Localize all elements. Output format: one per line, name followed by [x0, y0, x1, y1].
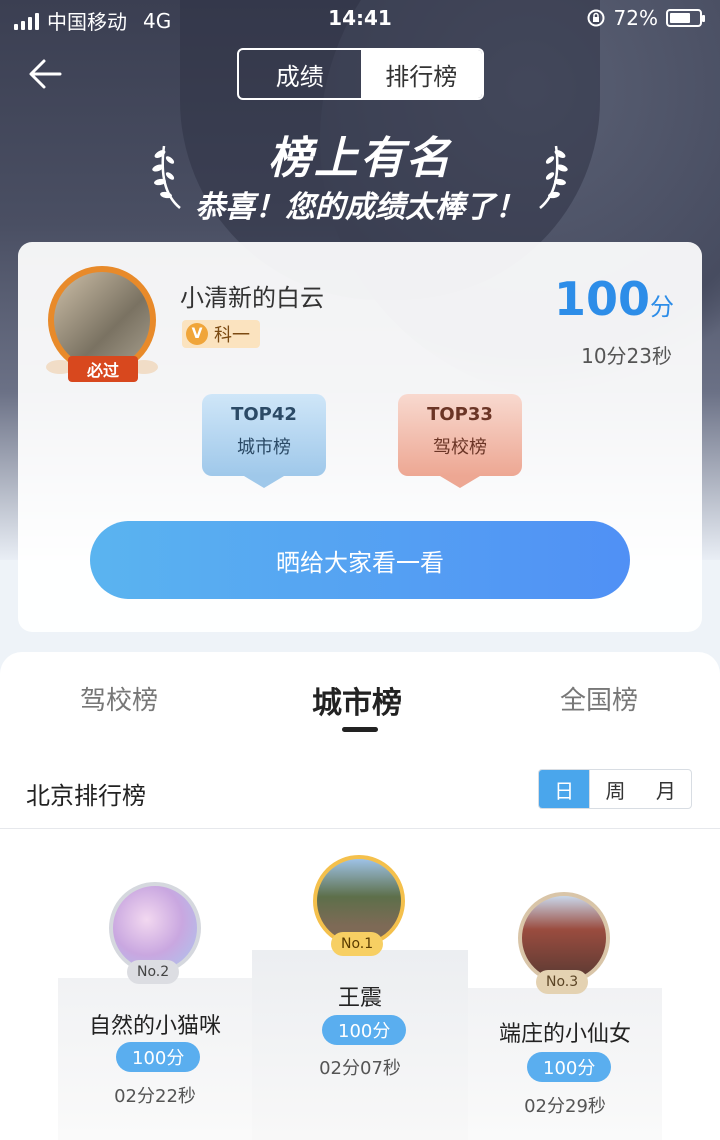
back-button[interactable]: [26, 54, 66, 94]
back-arrow-icon: [29, 59, 62, 89]
result-card: 必过 小清新的白云 V 科一 100分 10分23秒 TOP42 城市榜 TOP…: [18, 242, 702, 632]
time-third: 02分29秒: [524, 1096, 606, 1117]
period-day[interactable]: 日: [539, 770, 590, 808]
tab-national-board[interactable]: 全国榜: [560, 680, 638, 717]
leaderboard-tabs: 驾校榜 城市榜 全国榜: [0, 652, 720, 744]
status-bar: 中国移动 4G 14:41 72%: [0, 0, 720, 36]
rotation-lock-icon: [587, 9, 605, 27]
rank-tag-first: No.1: [331, 932, 384, 956]
username: 小清新的白云: [180, 284, 324, 312]
header-tab-switch: 成绩 排行榜: [237, 48, 484, 100]
school-rank-value: TOP33: [427, 404, 493, 425]
name-second: 自然的小猫咪: [88, 1014, 221, 1039]
subject-label: 科一: [214, 325, 250, 346]
period-month[interactable]: 月: [641, 770, 691, 808]
score-pill-second: 100分: [116, 1042, 201, 1072]
city-rank-value: TOP42: [231, 404, 297, 425]
city-rank-badge[interactable]: TOP42 城市榜: [202, 394, 326, 488]
hero-headline: 榜上有名: [268, 133, 452, 184]
name-first: 王震: [337, 986, 382, 1011]
tab-indicator: [342, 727, 378, 732]
tab-city-board[interactable]: 城市榜: [312, 678, 402, 722]
subject-tag: V 科一: [182, 320, 260, 348]
school-rank-label: 驾校榜: [433, 437, 487, 458]
verified-icon: V: [186, 323, 208, 345]
score-pill-third: 100分: [527, 1052, 612, 1082]
podium-first: [252, 950, 468, 1140]
user-avatar: 必过: [42, 260, 162, 382]
time-second: 02分22秒: [114, 1086, 196, 1107]
tab-leaderboard[interactable]: 排行榜: [360, 50, 482, 98]
divider: [0, 828, 720, 829]
pass-badge: 必过: [68, 356, 138, 382]
name-third: 端庄的小仙女: [498, 1022, 631, 1047]
school-rank-badge[interactable]: TOP33 驾校榜: [398, 394, 522, 488]
score-pill-first: 100分: [322, 1015, 407, 1045]
board-title: 北京排行榜: [26, 782, 146, 810]
hero-subline: 恭喜！您的成绩太棒了！: [195, 190, 525, 225]
rank-tag-second: No.2: [127, 960, 180, 984]
battery-icon: [666, 9, 705, 27]
rank-tag-third: No.3: [536, 970, 589, 994]
tab-school-board[interactable]: 驾校榜: [80, 680, 158, 717]
share-button[interactable]: 晒给大家看一看: [90, 521, 630, 599]
period-switch: 日 周 月: [538, 769, 692, 809]
period-week[interactable]: 周: [589, 770, 640, 808]
battery-percent: 72%: [613, 6, 658, 30]
city-rank-label: 城市榜: [237, 437, 291, 458]
score-unit: 分: [650, 293, 674, 321]
exam-duration: 10分23秒: [581, 344, 672, 368]
score: 100分: [554, 272, 674, 326]
score-value: 100: [553, 272, 650, 326]
avatar-image: [54, 272, 150, 368]
time-first: 02分07秒: [319, 1058, 401, 1079]
tab-score[interactable]: 成绩: [239, 50, 361, 98]
